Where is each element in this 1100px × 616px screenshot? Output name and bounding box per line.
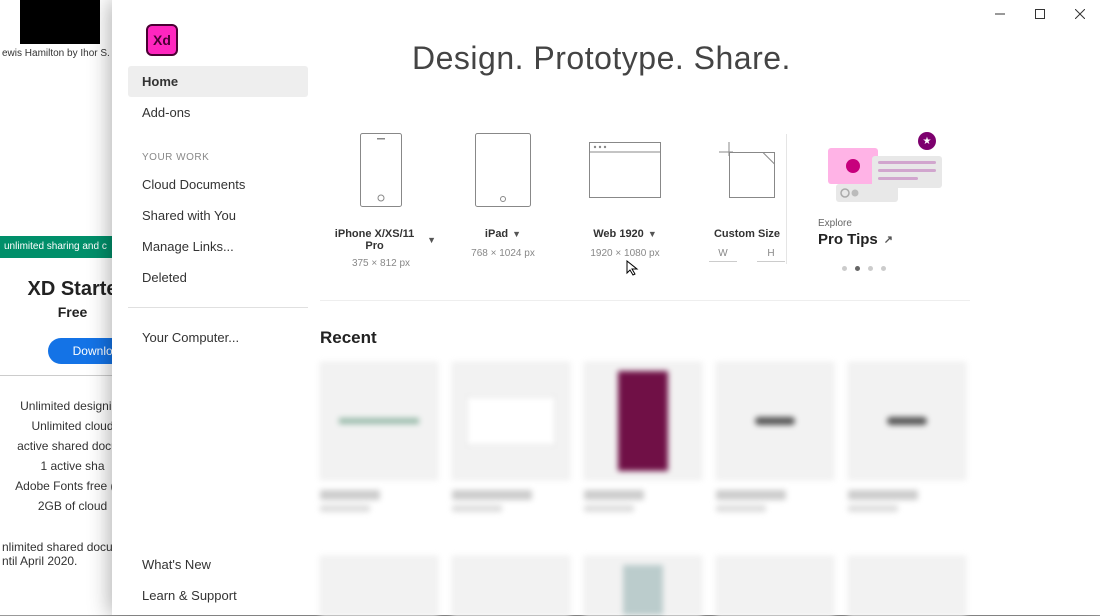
xd-logo-text: Xd	[153, 32, 171, 48]
main-separator	[320, 300, 970, 301]
preset-label-text: iPhone X/XS/11 Pro	[326, 228, 423, 252]
chevron-down-icon: ▼	[648, 229, 657, 239]
recent-card[interactable]	[848, 556, 966, 616]
recent-card[interactable]	[716, 362, 834, 512]
sidebar-separator	[128, 307, 308, 308]
external-link-icon: ↗	[884, 233, 893, 246]
recent-grid-row2	[320, 556, 980, 616]
recent-card[interactable]	[584, 362, 702, 512]
main-window: Xd Home Add-ons YOUR WORK Cloud Document…	[112, 0, 1100, 615]
dot-icon	[851, 189, 859, 197]
carousel-dots[interactable]	[842, 266, 886, 271]
preset-divider	[786, 134, 787, 264]
preset-web-shape	[570, 130, 680, 210]
sidebar-item-manage[interactable]: Manage Links...	[128, 231, 308, 262]
preset-web-dim: 1920 × 1080 px	[570, 248, 680, 259]
chevron-down-icon: ▼	[427, 235, 436, 245]
recent-card[interactable]	[584, 556, 702, 616]
dot-active[interactable]	[855, 266, 860, 271]
page-headline: Design. Prototype. Share.	[412, 40, 791, 77]
preset-iphone-shape	[326, 130, 436, 210]
sidebar-item-cloud[interactable]: Cloud Documents	[128, 169, 308, 200]
gear-icon	[840, 188, 850, 198]
bulb-icon	[846, 159, 860, 173]
sidebar-item-computer[interactable]: Your Computer...	[128, 322, 308, 353]
custom-height-input[interactable]: H	[757, 248, 785, 262]
bg-thumbnail	[20, 0, 100, 44]
sidebar-item-addons[interactable]: Add-ons	[128, 97, 308, 128]
recent-card[interactable]	[452, 556, 570, 616]
tips-title-text: Pro Tips	[818, 231, 878, 248]
preset-label-text: Web 1920	[593, 228, 644, 240]
tips-illustration: ★	[818, 134, 948, 206]
recent-card[interactable]	[716, 556, 834, 616]
preset-iphone-dim: 375 × 812 px	[326, 258, 436, 269]
xd-logo: Xd	[146, 24, 178, 56]
maximize-button[interactable]	[1020, 0, 1060, 28]
preset-web-label: Web 1920 ▼	[593, 228, 656, 240]
maximize-icon	[1035, 9, 1045, 19]
dot[interactable]	[842, 266, 847, 271]
sidebar-item-whatsnew[interactable]: What's New	[128, 549, 308, 580]
recent-card[interactable]	[320, 556, 438, 616]
preset-iphone-label: iPhone X/XS/11 Pro ▼	[326, 228, 436, 252]
preset-label-text: iPad	[485, 228, 508, 240]
preset-ipad-dim: 768 × 1024 px	[448, 248, 558, 259]
preset-custom-label: Custom Size	[714, 228, 780, 240]
sidebar-item-shared[interactable]: Shared with You	[128, 200, 308, 231]
sidebar-heading-work: YOUR WORK	[128, 128, 308, 169]
titlebar	[980, 0, 1100, 32]
preset-ipad[interactable]: iPad ▼ 768 × 1024 px	[448, 130, 558, 269]
sidebar-item-home[interactable]: Home	[128, 66, 308, 97]
recent-card[interactable]	[452, 362, 570, 512]
close-icon	[1075, 9, 1085, 19]
tips-panel[interactable]: ★ Explore Pro Tips ↗	[818, 134, 968, 249]
preset-ipad-shape	[448, 130, 558, 210]
dot[interactable]	[881, 266, 886, 271]
tips-title: Pro Tips ↗	[818, 231, 893, 248]
minimize-icon	[995, 9, 1005, 19]
tips-explore-label: Explore	[818, 218, 968, 229]
minimize-button[interactable]	[980, 0, 1020, 28]
star-icon: ★	[918, 132, 936, 150]
close-button[interactable]	[1060, 0, 1100, 28]
sidebar-bottom: What's New Learn & Support	[128, 549, 308, 611]
sidebar-item-learn[interactable]: Learn & Support	[128, 580, 308, 611]
recent-card[interactable]	[320, 362, 438, 512]
chevron-down-icon: ▼	[512, 229, 521, 239]
recent-card[interactable]	[848, 362, 966, 512]
preset-web[interactable]: Web 1920 ▼ 1920 × 1080 px	[570, 130, 680, 269]
recent-heading: Recent	[320, 328, 377, 348]
dot[interactable]	[868, 266, 873, 271]
sidebar-item-deleted[interactable]: Deleted	[128, 262, 308, 293]
custom-width-input[interactable]: W	[709, 248, 737, 262]
sidebar: Home Add-ons YOUR WORK Cloud Documents S…	[128, 66, 308, 353]
recent-grid	[320, 362, 980, 512]
tips-pink-card	[828, 148, 878, 184]
preset-ipad-label: iPad ▼	[485, 228, 521, 240]
preset-iphone[interactable]: iPhone X/XS/11 Pro ▼ 375 × 812 px	[326, 130, 436, 269]
